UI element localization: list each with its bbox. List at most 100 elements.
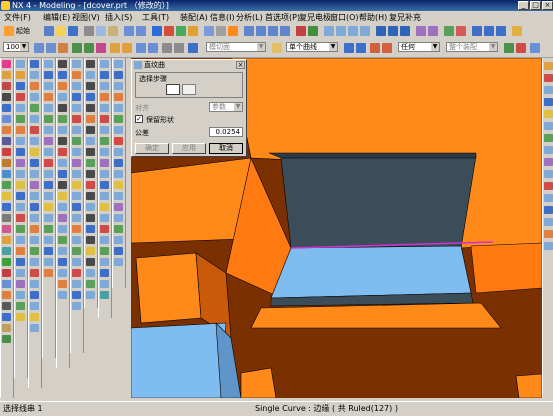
shaded-icon[interactable] (228, 26, 238, 36)
feature-icon[interactable] (16, 258, 25, 266)
layer-icon[interactable] (296, 26, 306, 36)
feature-icon[interactable] (100, 170, 109, 178)
feature-icon[interactable] (86, 148, 95, 156)
feature-icon[interactable] (100, 236, 109, 244)
grid-icon[interactable] (46, 43, 56, 53)
feature-icon[interactable] (72, 126, 81, 134)
feature-icon[interactable] (44, 192, 53, 200)
menu-preferences[interactable]: 首选项(P) (265, 12, 300, 23)
snap-point-icon[interactable] (504, 43, 514, 53)
feature-icon[interactable] (16, 115, 25, 123)
tolerance-input[interactable]: 0.0254 (209, 127, 243, 137)
feature-icon[interactable] (30, 148, 39, 156)
wireframe-icon[interactable] (216, 26, 226, 36)
tool-icon[interactable] (544, 242, 553, 250)
feature-icon[interactable] (86, 192, 95, 200)
feature-icon[interactable] (100, 126, 109, 134)
feature-icon[interactable] (86, 280, 95, 288)
view-top-icon[interactable] (256, 26, 266, 36)
zoom-combo[interactable]: 100 ▼ (3, 42, 29, 52)
select-icon[interactable] (272, 43, 282, 53)
feature-icon[interactable] (44, 71, 53, 79)
feature-icon[interactable] (58, 280, 67, 288)
feature-icon[interactable] (86, 236, 95, 244)
feature-icon[interactable] (114, 236, 123, 244)
surface-icon[interactable] (2, 60, 11, 68)
feature-icon[interactable] (86, 203, 95, 211)
feature-icon[interactable] (58, 148, 67, 156)
feature-icon[interactable] (16, 93, 25, 101)
feature-icon[interactable] (86, 181, 95, 189)
feature-icon[interactable] (44, 93, 53, 101)
feature-icon[interactable] (72, 71, 81, 79)
feature-icon[interactable] (114, 104, 123, 112)
feature-icon[interactable] (114, 258, 123, 266)
feature-icon[interactable] (72, 214, 81, 222)
subtract-icon[interactable] (388, 26, 398, 36)
feature-icon[interactable] (58, 104, 67, 112)
tool-icon[interactable] (544, 134, 553, 142)
feature-icon[interactable] (30, 269, 39, 277)
sketch-icon[interactable] (472, 26, 482, 36)
minimize-button[interactable]: _ (518, 1, 529, 10)
close-icon[interactable] (516, 43, 526, 53)
feature-icon[interactable] (30, 82, 39, 90)
close-button[interactable]: × (542, 1, 553, 10)
align-select[interactable]: 参数 ▼ (209, 102, 243, 112)
feature-icon[interactable] (30, 71, 39, 79)
feature-icon[interactable] (30, 93, 39, 101)
render-icon[interactable] (204, 26, 214, 36)
feature-icon[interactable] (114, 203, 123, 211)
feature-icon[interactable] (58, 269, 67, 277)
feature-icon[interactable] (2, 104, 11, 112)
feature-icon[interactable] (44, 126, 53, 134)
feature-icon[interactable] (100, 115, 109, 123)
save-icon[interactable] (68, 26, 78, 36)
feature-icon[interactable] (16, 137, 25, 145)
feature-icon[interactable] (44, 137, 53, 145)
tool-icon[interactable] (544, 158, 553, 166)
feature-icon[interactable] (86, 170, 95, 178)
feature-icon[interactable] (114, 247, 123, 255)
feature-icon[interactable] (114, 192, 123, 200)
tool-icon[interactable] (544, 98, 553, 106)
feature-icon[interactable] (16, 159, 25, 167)
feature-icon[interactable] (58, 192, 67, 200)
feature-icon[interactable] (58, 203, 67, 211)
feature-icon[interactable] (72, 82, 81, 90)
feature-icon[interactable] (2, 148, 11, 156)
feature-icon[interactable] (114, 93, 123, 101)
feature-icon[interactable] (114, 71, 123, 79)
type-combo[interactable]: 任何 ▼ (398, 42, 440, 52)
feature-icon[interactable] (58, 82, 67, 90)
feature-icon[interactable] (100, 291, 109, 299)
feature-icon[interactable] (114, 60, 123, 68)
rotate-icon[interactable] (188, 26, 198, 36)
feature-icon[interactable] (100, 82, 109, 90)
view-iso-icon[interactable] (280, 26, 290, 36)
tool-icon[interactable] (544, 230, 553, 238)
feature-icon[interactable] (30, 137, 39, 145)
feature-icon[interactable] (100, 148, 109, 156)
menu-assembly[interactable]: 装配(A) (180, 12, 208, 23)
tool-icon[interactable] (544, 122, 553, 130)
feature-icon[interactable] (30, 236, 39, 244)
feature-icon[interactable] (58, 247, 67, 255)
feature-icon[interactable] (16, 82, 25, 90)
feature-icon[interactable] (86, 82, 95, 90)
feature-icon[interactable] (72, 269, 81, 277)
feature-icon[interactable] (100, 192, 109, 200)
feature-icon[interactable] (2, 115, 11, 123)
menu-file[interactable]: 文件(F) (4, 12, 31, 23)
spline-icon[interactable] (96, 43, 106, 53)
menu-analysis[interactable]: 分析(L) (236, 12, 263, 23)
tool-icon[interactable] (544, 218, 553, 226)
stop-icon[interactable] (356, 43, 366, 53)
feature-icon[interactable] (58, 225, 67, 233)
feature-icon[interactable] (100, 71, 109, 79)
feature-icon[interactable] (16, 60, 25, 68)
feature-icon[interactable] (16, 71, 25, 79)
feature-icon[interactable] (16, 302, 25, 310)
analysis-icon[interactable] (456, 26, 466, 36)
feature-icon[interactable] (100, 181, 109, 189)
